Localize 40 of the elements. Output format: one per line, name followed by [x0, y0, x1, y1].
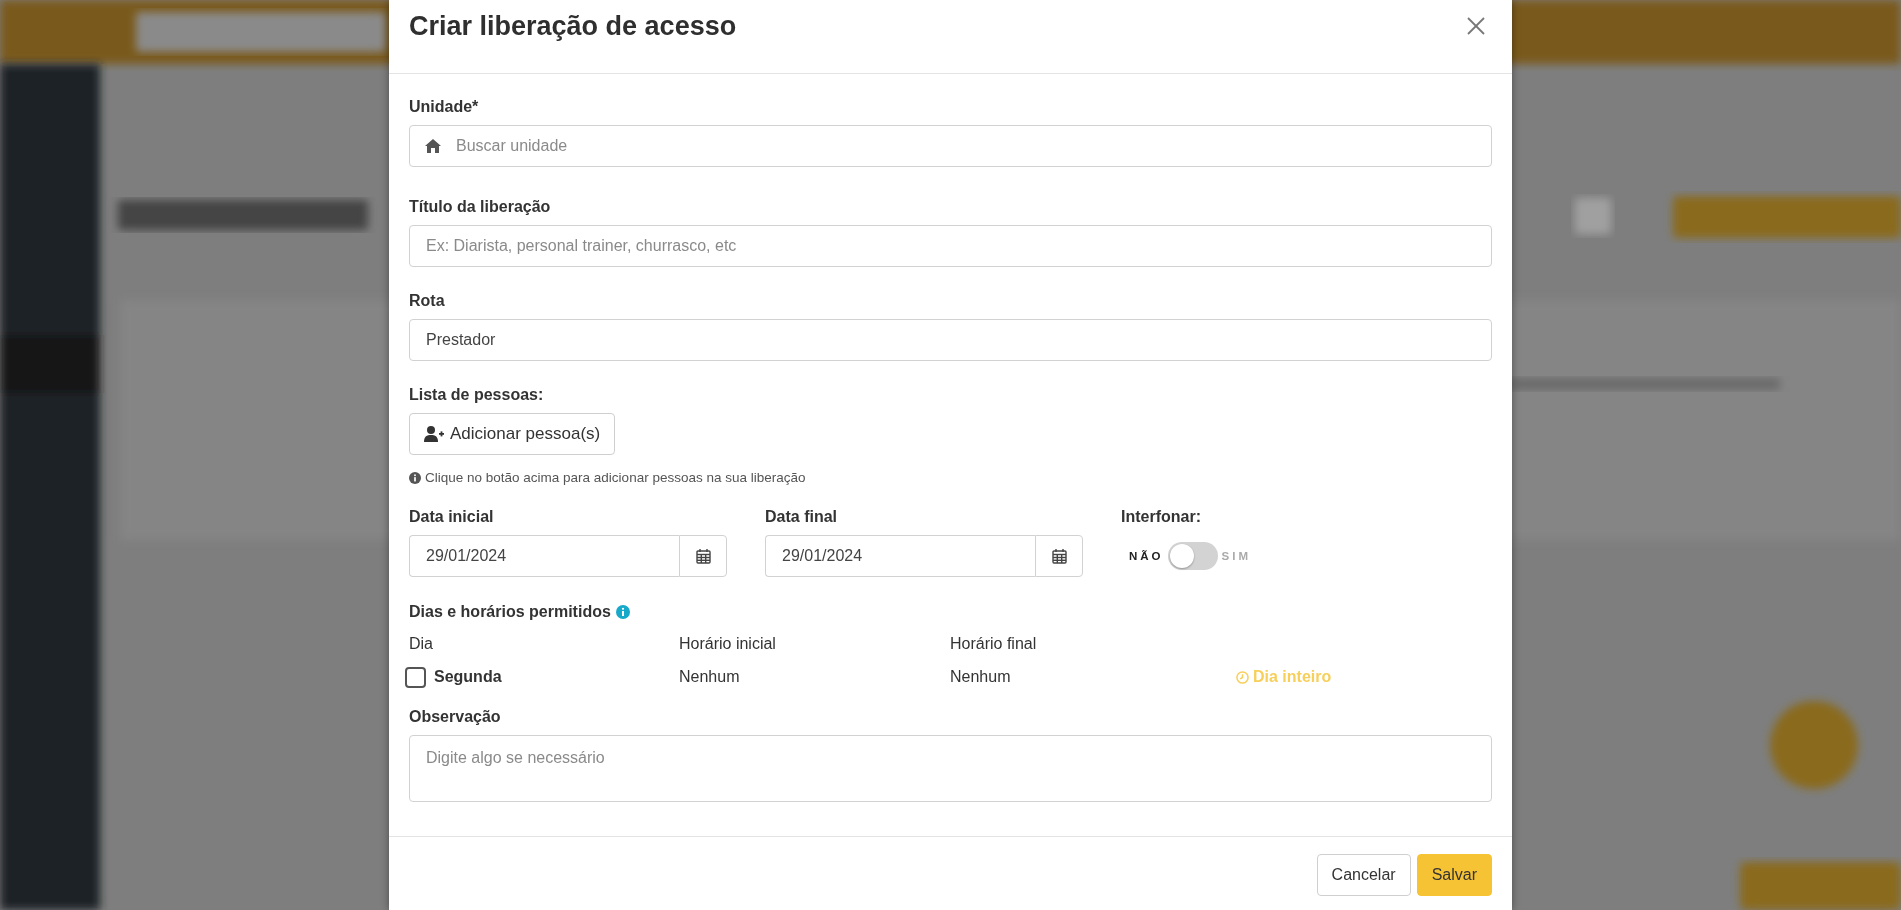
field-label: Data final: [765, 507, 838, 528]
calendar-icon: [1051, 548, 1067, 565]
time-value: Nenhum: [950, 667, 1011, 688]
field-label: Data inicial: [409, 507, 495, 528]
add-person-button[interactable]: Adicionar pessoa(s): [409, 413, 616, 455]
time-value: Nenhum: [679, 667, 740, 688]
field-label: Interfonar:: [1121, 507, 1202, 528]
help-text: Clique no botão acima para adicionar pessoas na sua liberação: [425, 469, 806, 487]
text-field[interactable]: Ex: Diarista, personal trainer, churrasco, etc: [409, 225, 1492, 267]
home-icon: [425, 139, 441, 153]
add-person-icon: [424, 426, 444, 442]
date-field[interactable]: 29/01/2024: [409, 535, 679, 578]
calendar-button[interactable]: [679, 535, 727, 578]
save-button[interactable]: Salvar: [1416, 854, 1492, 896]
intercom-toggle[interactable]: [1167, 542, 1218, 571]
column-header: Dia: [409, 635, 433, 653]
field-label: Título da liberação: [409, 197, 552, 217]
cancel-button[interactable]: Cancelar: [1316, 854, 1411, 896]
calendar-icon: [695, 548, 711, 565]
section-title: Dias e horários permitidos: [409, 602, 611, 623]
close-icon: [1466, 16, 1486, 36]
info-icon: [615, 605, 630, 620]
field-label: Rota: [409, 291, 446, 311]
column-header: Horário inicial: [679, 635, 776, 653]
notes-field[interactable]: Digite algo se necessário: [409, 735, 1492, 803]
text-field[interactable]: Prestador: [409, 319, 1492, 361]
calendar-button[interactable]: [1035, 535, 1083, 578]
day-label: Segunda: [434, 667, 502, 688]
field-label: Unidade*: [409, 97, 480, 117]
search-field[interactable]: Buscar unidade: [409, 125, 1492, 167]
toggle-label: NÃO: [1129, 548, 1164, 564]
day-checkbox[interactable]: [405, 666, 426, 688]
date-field[interactable]: 29/01/2024: [765, 535, 1035, 578]
toggle-label: SIM: [1221, 548, 1251, 564]
clock-icon: [1236, 670, 1249, 684]
info-icon: [409, 472, 421, 485]
modal-title: Criar liberação de acesso: [409, 10, 737, 43]
column-header: Horário final: [950, 635, 1037, 653]
field-label: Observação: [409, 707, 502, 728]
field-label: Lista de pessoas:: [409, 385, 545, 405]
